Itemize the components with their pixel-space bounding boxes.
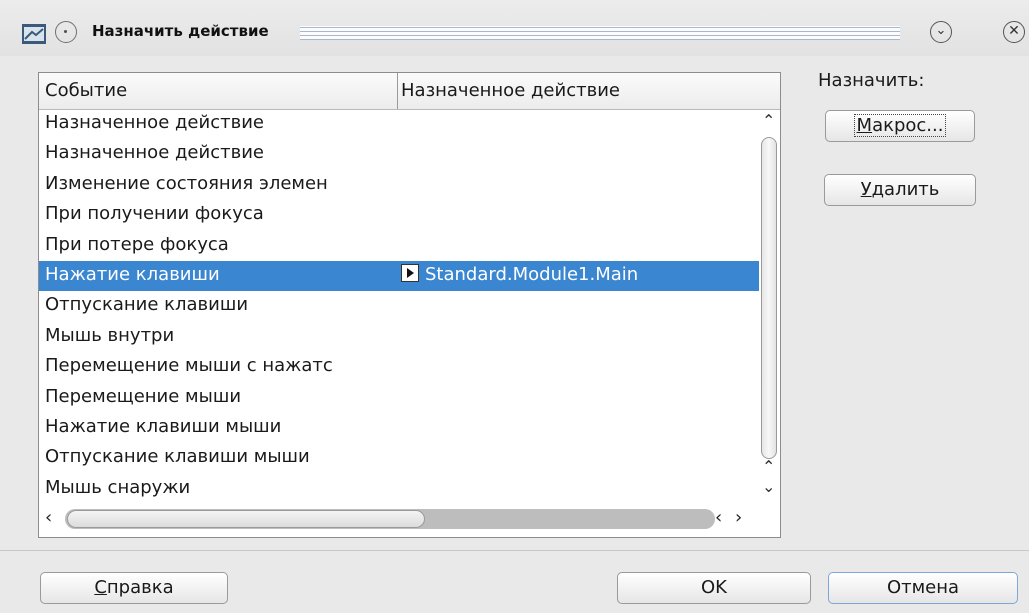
scroll-down-icon[interactable]: ⌄: [762, 479, 775, 495]
event-name: Назначенное действие: [45, 112, 264, 133]
scroll-right-icon[interactable]: ›: [735, 507, 742, 528]
event-name: Мышь внутри: [45, 324, 175, 346]
event-row[interactable]: Мышь снаружи: [39, 474, 759, 504]
event-list[interactable]: Событие Назначенное действие Назначенное…: [38, 72, 781, 538]
event-name: Нажатие клавиши мыши: [45, 415, 282, 437]
macro-button-label: Макрос...: [853, 114, 947, 137]
delete-button[interactable]: Удалить: [824, 174, 976, 206]
scroll-up-icon[interactable]: ⌃: [762, 113, 775, 129]
event-name: Назначенное действие: [45, 142, 264, 164]
window-menu-icon[interactable]: [55, 21, 77, 43]
macro-button[interactable]: Макрос...: [825, 110, 975, 142]
vertical-scrollbar[interactable]: ⌃ ⌃ ⌄: [759, 109, 780, 509]
assigned-action: Standard.Module1.Main: [401, 263, 639, 285]
event-row[interactable]: Нажатие клавиши Standard.Module1.Main: [39, 260, 759, 292]
scroll-left-icon[interactable]: ‹: [715, 507, 722, 528]
event-row[interactable]: Перемещение мыши: [39, 383, 759, 413]
assigned-action-text: Standard.Module1.Main: [425, 263, 639, 285]
horizontal-scrollbar[interactable]: ‹ ‹ ›: [39, 505, 759, 535]
cancel-button[interactable]: Отмена: [828, 572, 1018, 604]
help-button[interactable]: Справка: [40, 572, 228, 604]
vertical-scroll-thumb[interactable]: [761, 137, 777, 459]
event-row[interactable]: При потере фокуса: [39, 231, 759, 261]
minimize-icon[interactable]: ⌄: [930, 21, 952, 43]
event-row[interactable]: Отпускание клавиши: [39, 291, 759, 321]
event-row[interactable]: Мышь внутри: [39, 322, 759, 352]
horizontal-scroll-thumb[interactable]: [67, 510, 425, 528]
scroll-up-icon[interactable]: ⌃: [762, 459, 775, 475]
window-title: Назначить действие: [92, 22, 269, 40]
event-name: При потере фокуса: [45, 233, 229, 255]
app-icon: [22, 24, 46, 44]
event-name: Отпускание клавиши: [45, 294, 249, 316]
event-row[interactable]: Нажатие клавиши мыши: [39, 413, 759, 443]
event-name: Отпускание клавиши мыши: [45, 446, 310, 468]
event-row[interactable]: Отпускание клавиши мыши: [39, 443, 759, 473]
footer-separator: [0, 550, 1029, 551]
column-separator[interactable]: [397, 73, 398, 109]
list-rows: Назначенное действие Назначенное действие…: [39, 109, 759, 504]
event-name: Нажатие клавиши: [45, 263, 220, 285]
event-name: Перемещение мыши с нажатс: [45, 355, 333, 377]
ok-button[interactable]: OK: [617, 572, 811, 604]
title-bar[interactable]: Назначить действие ⌄ ✕: [0, 0, 1029, 56]
event-row[interactable]: При получении фокуса: [39, 200, 759, 230]
event-row[interactable]: Изменение состояния элемен: [39, 170, 759, 200]
event-row[interactable]: Назначенное действие: [39, 139, 759, 169]
assign-label: Назначить:: [818, 70, 925, 91]
scroll-left-icon[interactable]: ‹: [45, 507, 52, 528]
event-row[interactable]: Назначенное действие: [39, 109, 759, 139]
event-name: Перемещение мыши: [45, 385, 242, 407]
macro-icon: [401, 263, 419, 282]
column-header-action[interactable]: Назначенное действие: [401, 80, 620, 101]
event-name: При получении фокуса: [45, 203, 264, 225]
close-icon[interactable]: ✕: [1003, 21, 1025, 43]
event-name: Мышь снаружи: [45, 476, 191, 498]
event-row[interactable]: Перемещение мыши с нажатс: [39, 352, 759, 382]
list-header: Событие Назначенное действие: [39, 73, 780, 110]
title-decoration: [300, 26, 900, 40]
event-name: Изменение состояния элемен: [45, 172, 328, 194]
column-header-event[interactable]: Событие: [45, 80, 127, 101]
